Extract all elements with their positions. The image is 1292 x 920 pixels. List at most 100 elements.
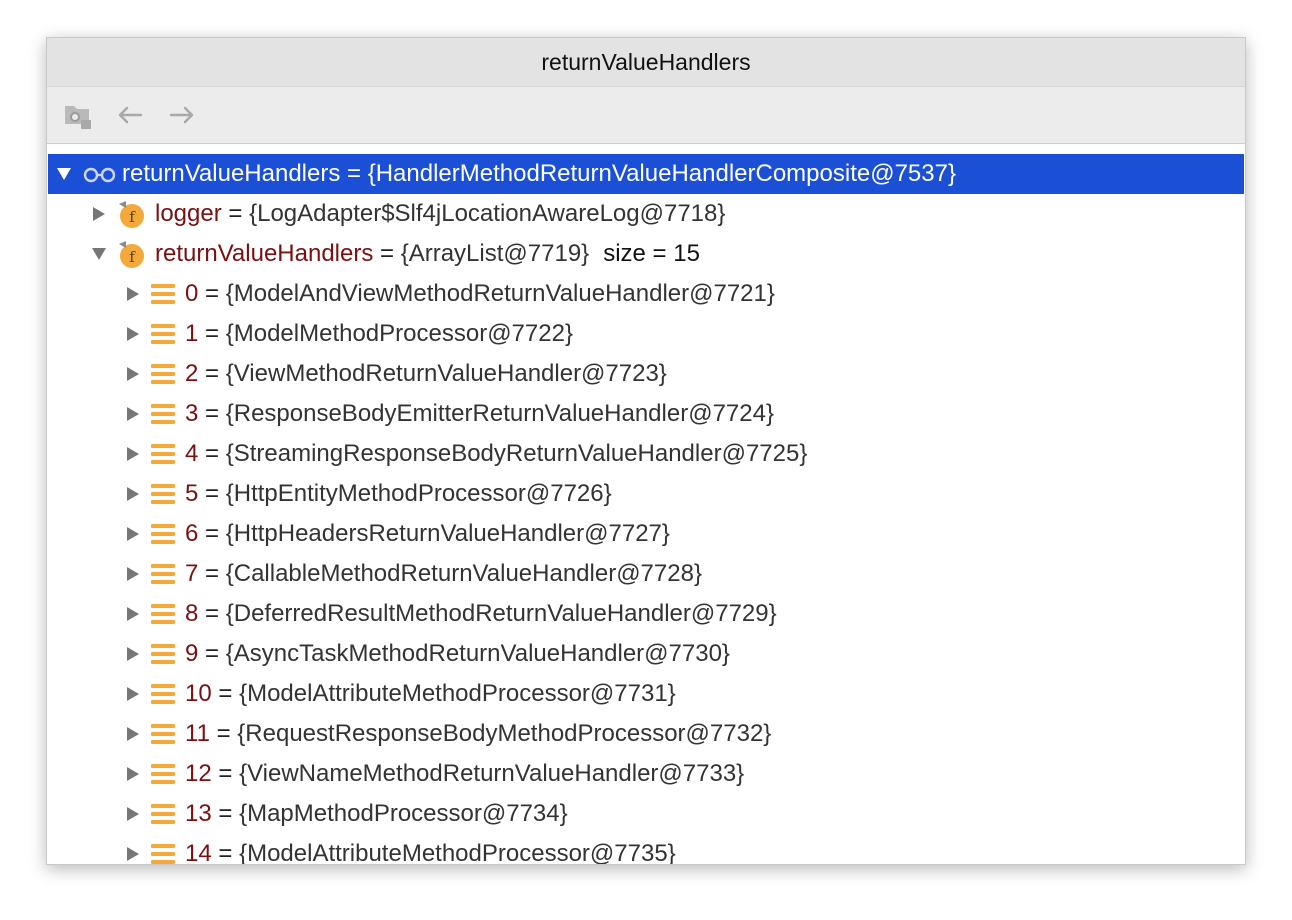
item-value: {AsyncTaskMethodReturnValueHandler@7730} [225, 640, 730, 667]
item-value: {HttpEntityMethodProcessor@7726} [225, 480, 612, 507]
item-value: {ResponseBodyEmitterReturnValueHandler@7… [225, 400, 774, 427]
forward-arrow-icon[interactable] [165, 98, 199, 132]
title-bar: returnValueHandlers [47, 38, 1245, 87]
tree-row-item[interactable]: 13 = {MapMethodProcessor@7734} [47, 794, 1245, 834]
collapsed-arrow-icon[interactable] [123, 804, 143, 824]
item-value: {RequestResponseBodyMethodProcessor@7732… [237, 720, 772, 747]
item-eq: = [198, 440, 226, 467]
tree-row-item[interactable]: 6 = {HttpHeadersReturnValueHandler@7727} [47, 514, 1245, 554]
item-eq: = [198, 400, 226, 427]
collapsed-arrow-icon[interactable] [123, 324, 143, 344]
item-index: 8 [185, 600, 199, 627]
expanded-arrow-icon[interactable] [89, 244, 109, 264]
collapsed-arrow-icon[interactable] [123, 284, 143, 304]
tree-row-item[interactable]: 3 = {ResponseBodyEmitterReturnValueHandl… [47, 394, 1245, 434]
item-index: 1 [185, 320, 199, 347]
item-index: 6 [185, 520, 199, 547]
handlers-size: size = 15 [603, 240, 700, 267]
tree-row-item[interactable]: 4 = {StreamingResponseBodyReturnValueHan… [47, 434, 1245, 474]
logger-value: {LogAdapter$Slf4jLocationAwareLog@7718} [249, 200, 726, 227]
back-arrow-icon[interactable] [113, 98, 147, 132]
list-element-icon [151, 282, 175, 306]
root-eq: = [340, 160, 368, 187]
tree-row-item[interactable]: 8 = {DeferredResultMethodReturnValueHand… [47, 594, 1245, 634]
tree-row-item[interactable]: 1 = {ModelMethodProcessor@7722} [47, 314, 1245, 354]
list-element-icon [151, 842, 175, 864]
root-value: {HandlerMethodReturnValueHandlerComposit… [367, 160, 956, 187]
collapsed-arrow-icon[interactable] [123, 764, 143, 784]
root-name: returnValueHandlers [122, 160, 341, 187]
item-value: {HttpHeadersReturnValueHandler@7727} [225, 520, 670, 547]
item-value: {StreamingResponseBodyReturnValueHandler… [225, 440, 808, 467]
collapsed-arrow-icon[interactable] [123, 524, 143, 544]
tree-row-item[interactable]: 2 = {ViewMethodReturnValueHandler@7723} [47, 354, 1245, 394]
tree-row-root[interactable]: returnValueHandlers = {HandlerMethodRetu… [48, 154, 1244, 194]
collapsed-arrow-icon[interactable] [123, 404, 143, 424]
item-value: {ViewMethodReturnValueHandler@7723} [225, 360, 667, 387]
array-items: 0 = {ModelAndViewMethodReturnValueHandle… [47, 274, 1245, 865]
tree-row-item[interactable]: 9 = {AsyncTaskMethodReturnValueHandler@7… [47, 634, 1245, 674]
handlers-eq: = [373, 240, 401, 267]
collapsed-arrow-icon[interactable] [123, 684, 143, 704]
item-eq: = [211, 760, 240, 787]
item-index: 12 [185, 760, 212, 787]
item-value: {ModelMethodProcessor@7722} [225, 320, 573, 347]
collapsed-arrow-icon[interactable] [123, 364, 143, 384]
field-icon: f [117, 200, 145, 228]
list-element-icon [151, 442, 175, 466]
collapsed-arrow-icon[interactable] [123, 724, 143, 744]
list-element-icon [151, 562, 175, 586]
item-index: 2 [185, 360, 199, 387]
collapsed-arrow-icon[interactable] [123, 644, 143, 664]
item-eq: = [198, 520, 226, 547]
item-eq: = [198, 360, 226, 387]
item-eq: = [198, 320, 226, 347]
item-value: {ModelAndViewMethodReturnValueHandler@77… [225, 280, 775, 307]
item-index: 14 [185, 840, 212, 865]
item-value: {MapMethodProcessor@7734} [239, 800, 568, 827]
list-element-icon [151, 802, 175, 826]
item-eq: = [211, 800, 240, 827]
item-index: 4 [185, 440, 199, 467]
item-eq: = [198, 600, 226, 627]
variables-tree: returnValueHandlers = {HandlerMethodRetu… [47, 144, 1245, 865]
item-index: 3 [185, 400, 199, 427]
list-element-icon [151, 682, 175, 706]
tree-row-item[interactable]: 12 = {ViewNameMethodReturnValueHandler@7… [47, 754, 1245, 794]
folder-settings-icon[interactable] [61, 98, 95, 132]
item-eq: = [211, 840, 240, 865]
logger-eq: = [221, 200, 250, 227]
list-element-icon [151, 362, 175, 386]
collapsed-arrow-icon[interactable] [123, 444, 143, 464]
tree-row-item[interactable]: 7 = {CallableMethodReturnValueHandler@77… [47, 554, 1245, 594]
item-value: {CallableMethodReturnValueHandler@7728} [225, 560, 702, 587]
list-element-icon [151, 642, 175, 666]
collapsed-arrow-icon[interactable] [123, 844, 143, 864]
item-index: 9 [185, 640, 199, 667]
item-index: 11 [185, 720, 210, 747]
collapsed-arrow-icon[interactable] [123, 484, 143, 504]
expanded-arrow-icon[interactable] [54, 164, 74, 184]
list-element-icon [151, 482, 175, 506]
collapsed-arrow-icon[interactable] [89, 204, 109, 224]
tree-row-item[interactable]: 10 = {ModelAttributeMethodProcessor@7731… [47, 674, 1245, 714]
toolbar [47, 87, 1245, 144]
tree-row-item[interactable]: 11 = {RequestResponseBodyMethodProcessor… [47, 714, 1245, 754]
collapsed-arrow-icon[interactable] [123, 564, 143, 584]
item-value: {ModelAttributeMethodProcessor@7731} [239, 680, 676, 707]
list-element-icon [151, 722, 175, 746]
debugger-popup-window: returnValueHandlers returnValueHandlers … [46, 37, 1246, 865]
item-eq: = [198, 640, 226, 667]
logger-name: logger [155, 200, 222, 227]
tree-row-item[interactable]: 0 = {ModelAndViewMethodReturnValueHandle… [47, 274, 1245, 314]
item-value: {ViewNameMethodReturnValueHandler@7733} [239, 760, 745, 787]
field-icon: f [117, 240, 145, 268]
tree-row-logger[interactable]: f logger = {LogAdapter$Slf4jLocationAwar… [47, 194, 1245, 234]
collapsed-arrow-icon[interactable] [123, 604, 143, 624]
list-element-icon [151, 322, 175, 346]
window-title: returnValueHandlers [541, 48, 751, 75]
tree-row-item[interactable]: 14 = {ModelAttributeMethodProcessor@7735… [47, 834, 1245, 865]
tree-row-return-value-handlers[interactable]: f returnValueHandlers = {ArrayList@7719}… [47, 234, 1245, 274]
watch-glasses-icon [82, 164, 118, 184]
tree-row-item[interactable]: 5 = {HttpEntityMethodProcessor@7726} [47, 474, 1245, 514]
